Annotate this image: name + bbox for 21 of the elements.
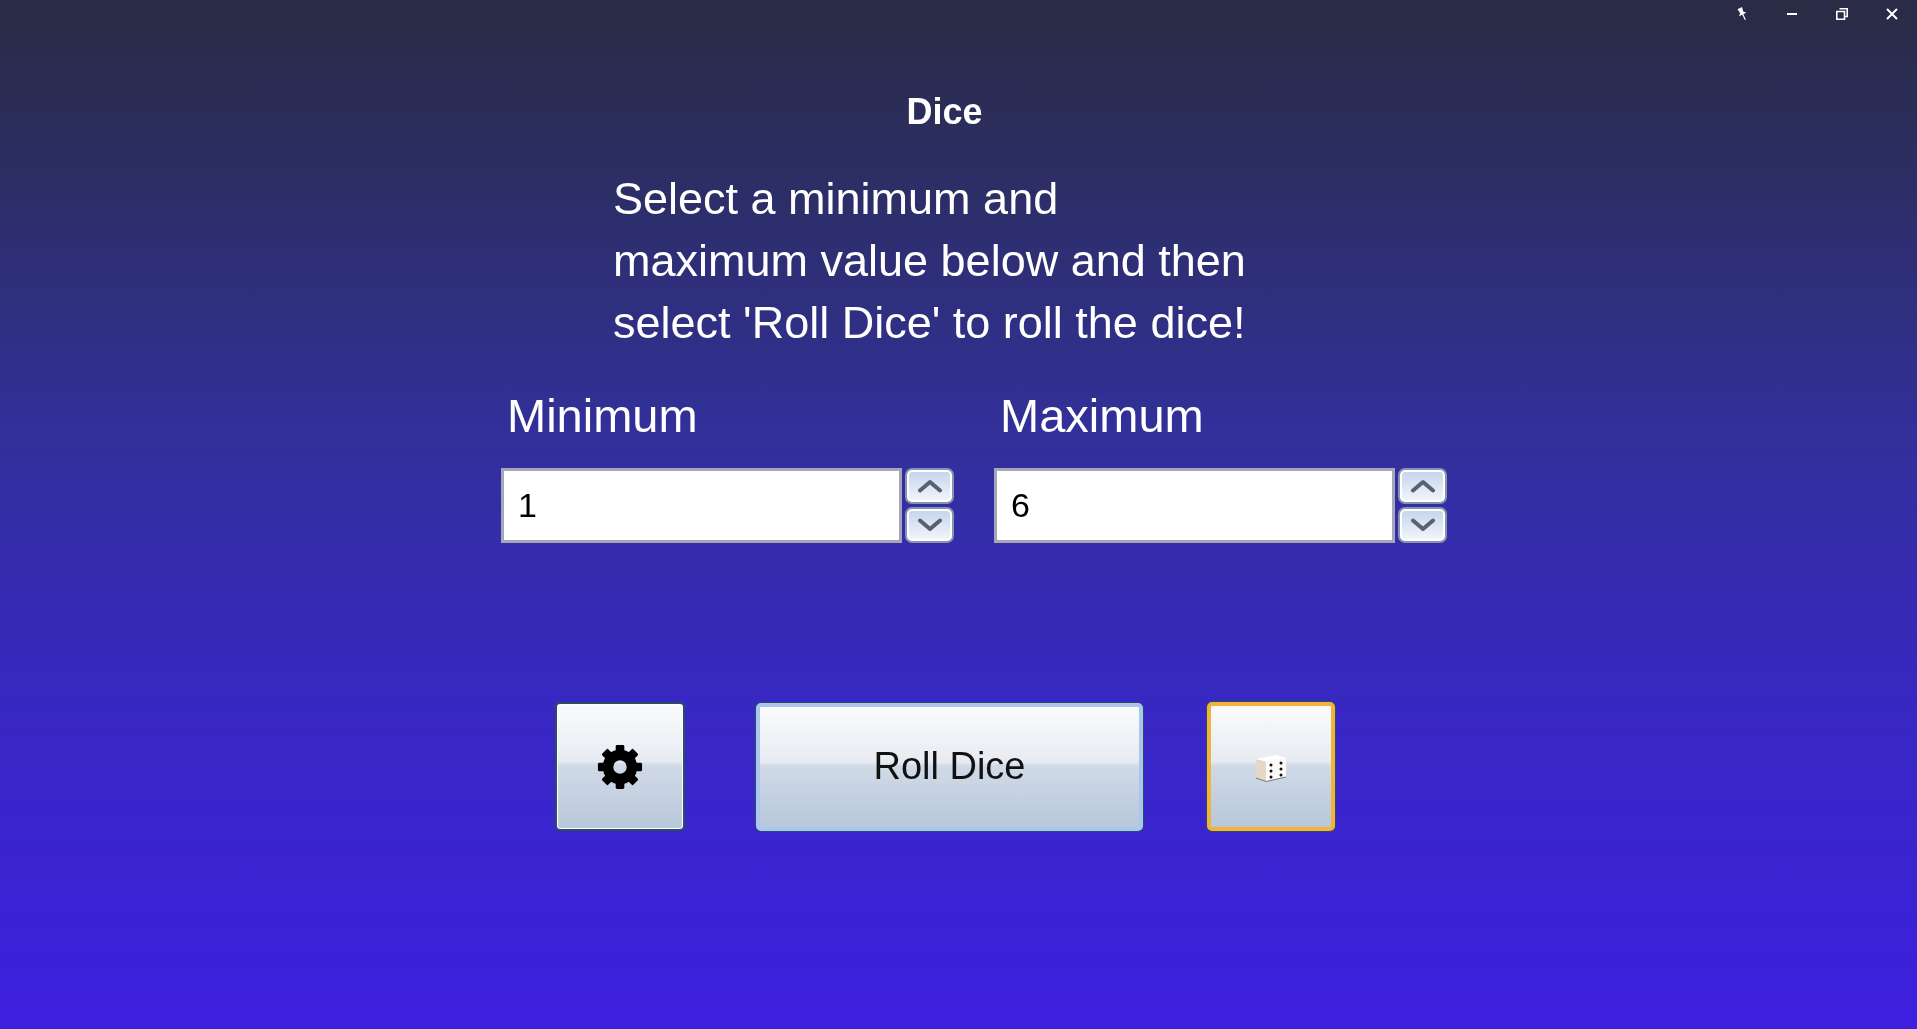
gear-icon bbox=[597, 743, 643, 790]
settings-button[interactable] bbox=[555, 702, 685, 831]
close-icon bbox=[1886, 8, 1898, 20]
spin-up-button[interactable] bbox=[905, 468, 954, 504]
chevron-down-icon bbox=[916, 518, 943, 532]
field-label: Maximum bbox=[1000, 388, 1204, 444]
number-field[interactable]: 6 bbox=[994, 468, 1395, 543]
minimize-icon bbox=[1787, 13, 1797, 15]
roll-button[interactable]: Roll Dice bbox=[756, 702, 1143, 831]
spin-up-button[interactable] bbox=[1398, 468, 1447, 504]
pin-icon bbox=[1736, 7, 1748, 21]
instructions-text: Select a minimum and maximum value below and then select 'Roll Dice' to roll the dice! bbox=[613, 172, 1247, 350]
restore-icon bbox=[1836, 8, 1848, 20]
spin-down-button[interactable] bbox=[905, 507, 954, 543]
chevron-up-icon bbox=[916, 479, 943, 493]
number-field[interactable]: 1 bbox=[501, 468, 902, 543]
chevron-up-icon bbox=[1409, 479, 1436, 493]
spin-down-button[interactable] bbox=[1398, 507, 1447, 543]
field-label: Minimum bbox=[507, 388, 698, 444]
chevron-down-icon bbox=[1409, 518, 1436, 532]
app-title: Dice bbox=[906, 90, 983, 134]
